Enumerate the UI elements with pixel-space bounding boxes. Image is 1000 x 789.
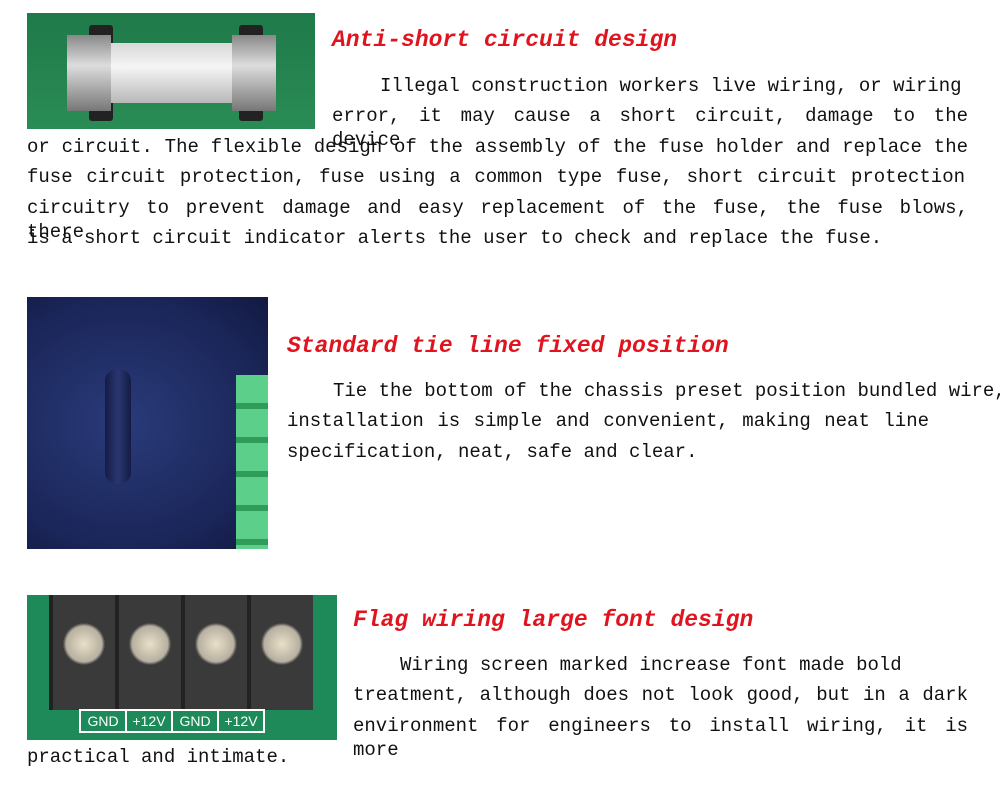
fuse-holder-photo	[27, 13, 315, 129]
paragraph-line: practical and intimate.	[27, 746, 290, 768]
paragraph-line: fuse circuit protection, fuse using a co…	[27, 166, 965, 188]
paragraph-line: Tie the bottom of the chassis preset pos…	[333, 380, 1000, 402]
tie-post	[105, 369, 131, 484]
fuse-cap	[232, 35, 276, 111]
paragraph-line: or circuit. The flexible design of the a…	[27, 136, 968, 158]
screw	[63, 623, 105, 665]
section-heading: Standard tie line fixed position	[287, 333, 729, 359]
terminal-label: +12V	[125, 709, 173, 733]
paragraph-line: installation is simple and convenient, m…	[287, 410, 929, 432]
paragraph-line: Wiring screen marked increase font made …	[400, 654, 902, 676]
terminal-label: +12V	[217, 709, 265, 733]
chassis-tie-point-photo	[27, 297, 268, 549]
terminal-label: GND	[79, 709, 127, 733]
fuse-cap	[67, 35, 111, 111]
terminal-label: GND	[171, 709, 219, 733]
screw	[195, 623, 237, 665]
screw	[129, 623, 171, 665]
paragraph-line: treatment, although does not look good, …	[353, 684, 968, 706]
screw	[261, 623, 303, 665]
terminal-block-photo: GND +12V GND +12V	[27, 595, 337, 740]
section-heading: Anti-short circuit design	[332, 27, 678, 53]
terminal-block	[236, 375, 268, 549]
section-heading: Flag wiring large font design	[353, 607, 754, 633]
paragraph-line: Illegal construction workers live wiring…	[380, 75, 962, 97]
paragraph-line: environment for engineers to install wir…	[353, 715, 968, 761]
paragraph-line: is a short circuit indicator alerts the …	[27, 227, 883, 249]
paragraph-line: specification, neat, safe and clear.	[287, 441, 698, 463]
